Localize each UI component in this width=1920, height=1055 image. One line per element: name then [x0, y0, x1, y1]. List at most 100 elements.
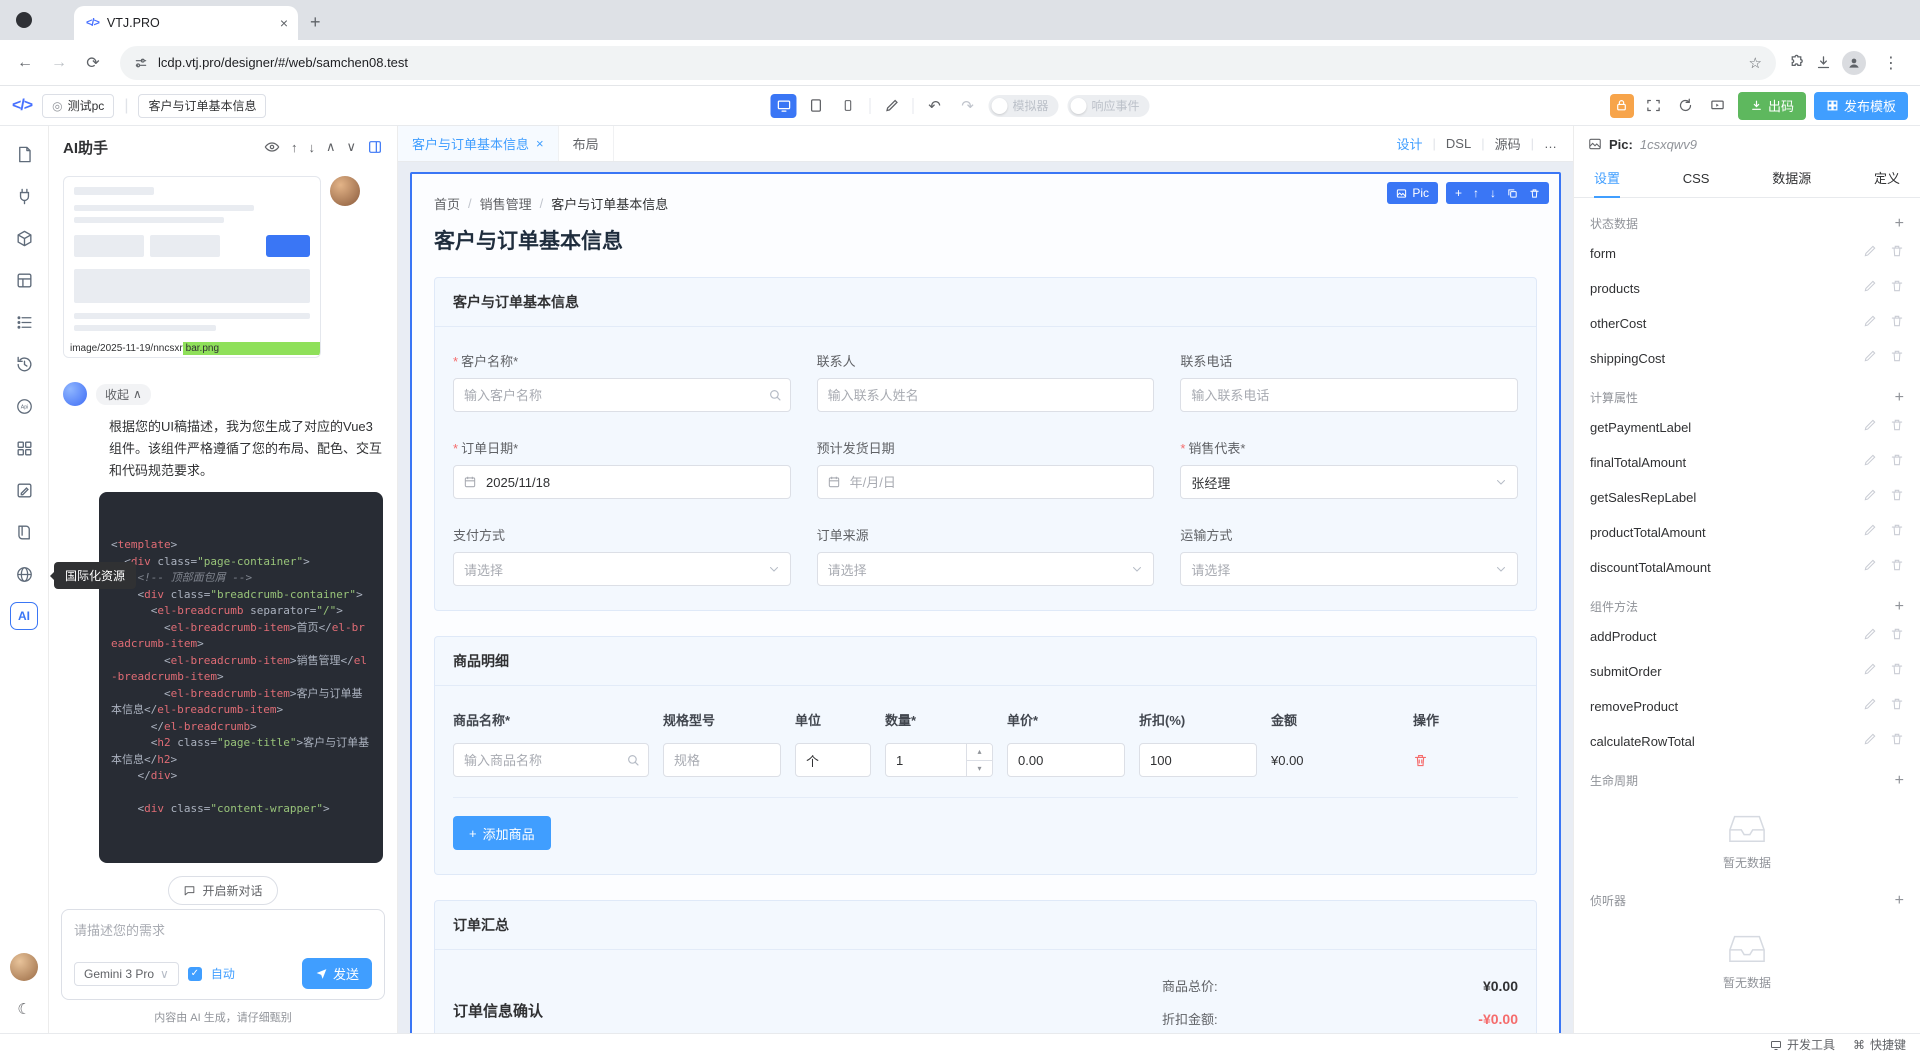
device-tablet-icon[interactable]: [802, 94, 828, 118]
forward-icon[interactable]: →: [44, 48, 74, 78]
browser-menu-icon[interactable]: ⋮: [1876, 48, 1906, 78]
quantity-stepper[interactable]: ▴ ▾: [885, 743, 993, 777]
i18n-globe-icon[interactable]: [10, 560, 38, 588]
auto-checkbox[interactable]: ✓: [187, 966, 202, 981]
tab-css[interactable]: CSS: [1683, 162, 1710, 198]
delete-icon[interactable]: [1890, 662, 1904, 681]
shipping-method-select[interactable]: 请选择: [1180, 552, 1518, 586]
scroll-up-icon[interactable]: ↑: [291, 140, 298, 155]
edit-pencil-icon[interactable]: [1863, 314, 1877, 333]
edit-pencil-icon[interactable]: [1863, 732, 1877, 751]
add-product-button[interactable]: + 添加商品: [453, 816, 551, 850]
profile-avatar[interactable]: [1842, 50, 1866, 75]
delete-icon[interactable]: [1890, 418, 1904, 437]
tab-settings[interactable]: 设置: [1594, 162, 1621, 198]
computed-item[interactable]: finalTotalAmount: [1590, 445, 1904, 480]
delete-icon[interactable]: [1890, 558, 1904, 577]
extensions-icon[interactable]: [1788, 54, 1805, 71]
add-icon[interactable]: +: [1895, 772, 1904, 789]
blocks-icon[interactable]: [10, 224, 38, 252]
site-info-icon[interactable]: [134, 56, 148, 70]
delete-icon[interactable]: [1890, 488, 1904, 507]
delete-icon[interactable]: [1890, 627, 1904, 646]
breadcrumb-item[interactable]: 销售管理: [480, 194, 532, 213]
scroll-down-icon[interactable]: ↓: [308, 140, 315, 155]
selection-chip[interactable]: Pic: [1387, 182, 1438, 204]
add-icon[interactable]: +: [1895, 892, 1904, 909]
add-icon[interactable]: +: [1895, 598, 1904, 615]
edit-pencil-icon[interactable]: [1863, 523, 1877, 542]
browser-tab[interactable]: </> VTJ.PRO ×: [74, 6, 298, 40]
mode-source[interactable]: 源码: [1495, 134, 1521, 153]
templates-icon[interactable]: [10, 266, 38, 294]
undo-icon[interactable]: ↶: [922, 94, 946, 118]
order-source-select[interactable]: 请选择: [816, 552, 1155, 586]
edit-pencil-icon[interactable]: [1863, 662, 1877, 681]
contact-phone-input[interactable]: [1180, 378, 1518, 412]
computed-item[interactable]: getPaymentLabel: [1590, 410, 1904, 445]
reload-icon[interactable]: ⟳: [78, 48, 108, 78]
edit-pencil-icon[interactable]: [1863, 627, 1877, 646]
vtj-logo[interactable]: </>: [12, 97, 33, 115]
tab-close-icon[interactable]: ×: [280, 15, 288, 31]
api-icon[interactable]: Api: [10, 392, 38, 420]
event-response-toggle[interactable]: 响应事件: [1067, 94, 1150, 117]
delete-icon[interactable]: [1890, 279, 1904, 298]
outline-icon[interactable]: [10, 308, 38, 336]
project-chip[interactable]: ◎ 测试pc: [42, 93, 115, 118]
contact-name-input[interactable]: [816, 378, 1155, 412]
send-button[interactable]: 发送: [301, 958, 372, 989]
spec-input[interactable]: [663, 743, 781, 777]
breadcrumb-item[interactable]: 客户与订单基本信息: [551, 194, 668, 213]
unit-input[interactable]: [795, 743, 871, 777]
ui-mock-thumbnail[interactable]: image/2025-11-19/nncsxr bar.png: [63, 176, 321, 358]
method-item[interactable]: addProduct: [1590, 619, 1904, 654]
preview-button[interactable]: [1706, 94, 1730, 118]
prev-message-icon[interactable]: ∧: [326, 139, 336, 155]
price-input[interactable]: [1007, 743, 1125, 777]
payment-method-select[interactable]: 请选择: [453, 552, 791, 586]
delete-icon[interactable]: [1890, 453, 1904, 472]
address-bar[interactable]: lcdp.vtj.pro/designer/#/web/samchen08.te…: [120, 45, 1776, 80]
history-icon[interactable]: [10, 350, 38, 378]
delete-icon[interactable]: [1890, 732, 1904, 751]
product-name-input[interactable]: [453, 743, 649, 777]
sales-rep-select[interactable]: 张经理: [1180, 465, 1518, 499]
edit-pencil-icon[interactable]: [1863, 453, 1877, 472]
delete-icon[interactable]: [1890, 244, 1904, 263]
increase-icon[interactable]: ▴: [967, 744, 992, 761]
move-icon[interactable]: +: [1455, 186, 1462, 200]
lock-button[interactable]: [1609, 93, 1634, 118]
edit-pencil-icon[interactable]: [1863, 418, 1877, 437]
user-avatar[interactable]: [10, 953, 38, 981]
download-icon[interactable]: [1815, 54, 1832, 71]
state-item[interactable]: products: [1590, 271, 1904, 306]
computed-item[interactable]: productTotalAmount: [1590, 515, 1904, 550]
delete-icon[interactable]: [1529, 188, 1540, 199]
discount-input[interactable]: [1139, 743, 1257, 777]
tab-datasource[interactable]: 数据源: [1772, 162, 1811, 198]
move-down-icon[interactable]: ↓: [1490, 186, 1496, 200]
collapse-toggle[interactable]: 收起 ∧: [96, 383, 151, 405]
simulator-toggle[interactable]: 模拟器: [988, 94, 1059, 117]
edit-pencil-icon[interactable]: [1863, 279, 1877, 298]
next-message-icon[interactable]: ∨: [346, 139, 356, 155]
tab-definition[interactable]: 定义: [1874, 162, 1900, 198]
edit-pencil-icon[interactable]: [1863, 244, 1877, 263]
edit-pencil-icon[interactable]: [1863, 697, 1877, 716]
delete-icon[interactable]: [1890, 349, 1904, 368]
computed-item[interactable]: getSalesRepLabel: [1590, 480, 1904, 515]
redo-icon[interactable]: ↷: [955, 94, 979, 118]
mode-more-icon[interactable]: …: [1544, 136, 1557, 151]
docs-icon[interactable]: [10, 518, 38, 546]
designed-page[interactable]: Pic + ↑ ↓ 首页/销售管理/客户与订单基本信息/ 客户与订: [410, 172, 1561, 1033]
pages-icon[interactable]: [10, 140, 38, 168]
screenshot-button[interactable]: [1642, 94, 1666, 118]
decrease-icon[interactable]: ▾: [967, 760, 992, 776]
ship-date-input[interactable]: [816, 465, 1155, 499]
window-control[interactable]: [16, 12, 32, 28]
method-item[interactable]: calculateRowTotal: [1590, 724, 1904, 759]
delete-row-icon[interactable]: [1413, 753, 1469, 768]
apps-icon[interactable]: [10, 434, 38, 462]
customer-name-input[interactable]: [453, 378, 791, 412]
